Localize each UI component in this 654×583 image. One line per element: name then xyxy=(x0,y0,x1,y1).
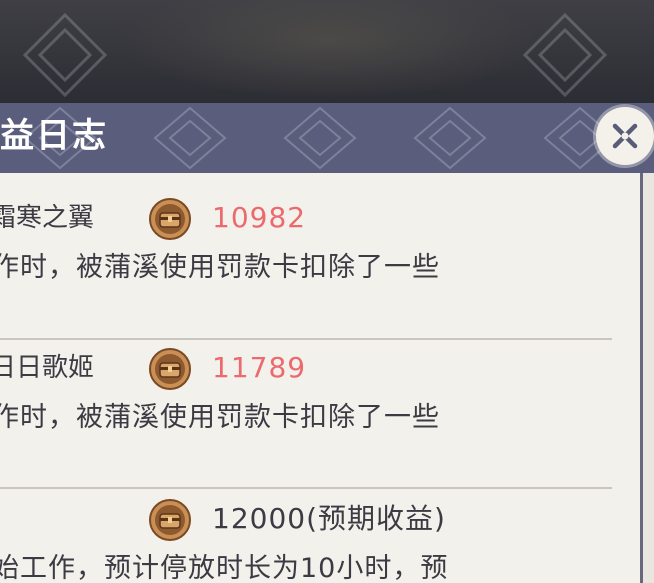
entry-description: 作时，被蒲溪使用罚款卡扣除了一些 xyxy=(0,402,440,433)
background-glow xyxy=(120,0,540,100)
entry-description: 始工作，预计停放时长为10小时，预 xyxy=(0,553,449,583)
coin-chest-icon xyxy=(149,348,191,390)
close-button[interactable] xyxy=(596,107,654,165)
background-ornament xyxy=(522,12,608,98)
background-ornament xyxy=(22,12,108,98)
entry-description: 作时，被蒲溪使用罚款卡扣除了一些 xyxy=(0,252,440,283)
log-list[interactable]: 霜寒之翼 10982 作时，被蒲溪使用罚款卡扣除了一些 日日歌姬 11789 作… xyxy=(0,173,640,583)
divider xyxy=(0,487,612,489)
scrollbar[interactable] xyxy=(640,173,654,583)
background-scene xyxy=(0,0,654,110)
entry-name: 日日歌姬 xyxy=(0,353,95,383)
divider xyxy=(0,338,612,340)
panel-title: 益日志 xyxy=(0,116,108,156)
expected-income-amount: 12000(预期收益) xyxy=(212,502,446,535)
entry-name: 霜寒之翼 xyxy=(0,203,95,233)
income-amount: 10982 xyxy=(212,201,307,234)
coin-chest-icon xyxy=(149,198,191,240)
coin-chest-icon xyxy=(149,499,191,541)
close-icon xyxy=(612,123,638,149)
income-amount: 11789 xyxy=(212,351,307,384)
